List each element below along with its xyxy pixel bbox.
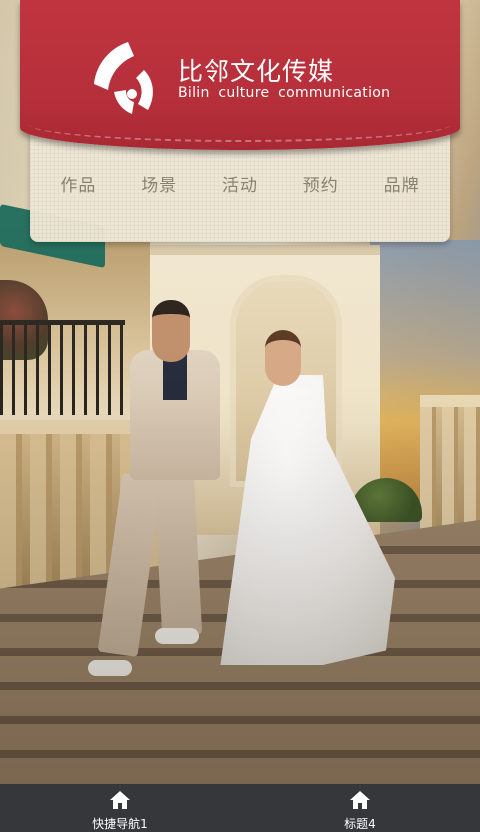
bottom-nav-item-quick-nav[interactable]: 快捷导航1 — [0, 784, 240, 832]
home-icon — [350, 791, 370, 809]
header-banner: 比邻文化传媒 Bilin culture communication — [20, 0, 460, 150]
main-nav: 作品 场景 活动 预约 品牌 — [30, 168, 450, 198]
nav-item-works[interactable]: 作品 — [60, 171, 96, 196]
brand-name: 比邻文化传媒 — [178, 57, 335, 86]
bottom-nav-item-title4[interactable]: 标题4 — [240, 784, 480, 832]
nav-item-booking[interactable]: 预约 — [303, 171, 339, 196]
nav-item-brand[interactable]: 品牌 — [384, 171, 420, 196]
bottom-nav-label: 标题4 — [344, 817, 376, 831]
nav-item-events[interactable]: 活动 — [222, 171, 258, 196]
logo-icon — [94, 42, 153, 114]
home-icon — [110, 791, 130, 809]
bottom-nav-label: 快捷导航1 — [92, 817, 148, 831]
brand-subtitle: Bilin culture communication — [178, 85, 391, 101]
nav-item-scenes[interactable]: 场景 — [141, 171, 177, 196]
bottom-nav-bar: 快捷导航1 标题4 — [0, 784, 480, 832]
